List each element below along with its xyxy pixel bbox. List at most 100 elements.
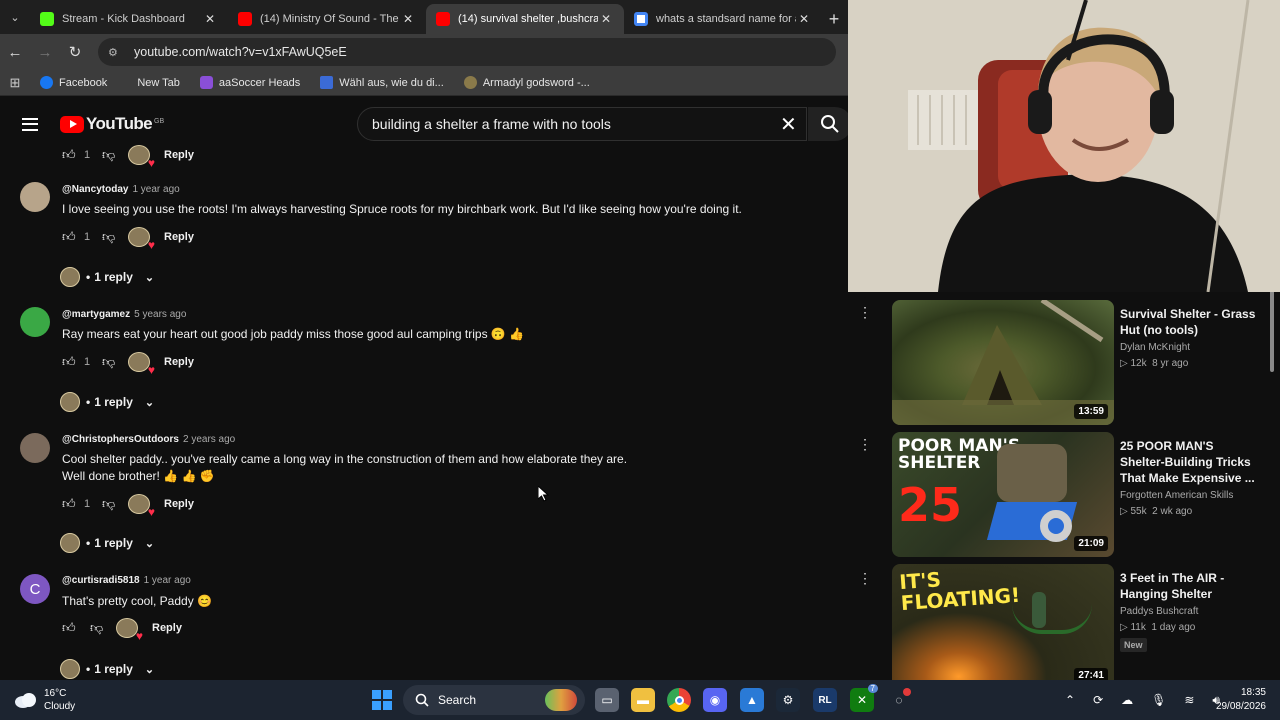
reply-button[interactable]: Reply: [152, 622, 182, 634]
avatar[interactable]: [20, 433, 50, 463]
close-tab-icon[interactable]: ✕: [202, 12, 218, 26]
dislike-icon[interactable]: 👎︎: [102, 496, 124, 512]
video-title[interactable]: 25 POOR MAN'S Shelter-Building Tricks Th…: [1120, 438, 1260, 486]
photos-icon[interactable]: ▲: [740, 688, 764, 712]
more-actions-icon[interactable]: ⋮: [858, 571, 872, 585]
play-icon: ▷: [1120, 622, 1131, 633]
reply-button[interactable]: Reply: [164, 149, 194, 161]
file-explorer-icon[interactable]: ▬: [631, 688, 655, 712]
bookmark-armadyl-godsword[interactable]: Armadyl godsword -...: [454, 76, 600, 89]
comment-age[interactable]: 1 year ago: [144, 575, 191, 586]
scrollbar-thumb[interactable]: [1270, 288, 1274, 372]
back-icon[interactable]: ←: [0, 44, 30, 61]
video-thumbnail[interactable]: IT'S FLOATING! 27:41: [892, 564, 1114, 680]
view-replies-button[interactable]: • 1 reply ⌄: [60, 267, 154, 287]
search-input[interactable]: building a shelter a frame with no tools: [357, 107, 807, 141]
comment-author[interactable]: @Nancytoday: [62, 184, 128, 195]
like-icon[interactable]: 👍︎: [62, 229, 78, 245]
comment-age[interactable]: 5 years ago: [134, 309, 186, 320]
tab-kick-dashboard[interactable]: Stream - Kick Dashboard ✕: [30, 4, 228, 34]
windows-start-icon[interactable]: [370, 688, 394, 712]
reply-button[interactable]: Reply: [164, 498, 194, 510]
view-replies-button[interactable]: • 1 reply ⌄: [60, 392, 154, 412]
comment-actions: 👍︎ 1 👎︎ Reply: [62, 227, 194, 252]
youtube-wordmark: YouTube: [86, 114, 153, 133]
weather-widget[interactable]: 16°C Cloudy: [14, 687, 75, 713]
video-info: Survival Shelter - Grass Hut (no tools) …: [1120, 306, 1260, 369]
video-thumbnail[interactable]: 13:59: [892, 300, 1114, 425]
close-tab-icon[interactable]: ✕: [598, 12, 614, 26]
discord-icon[interactable]: ◉: [703, 688, 727, 712]
tab-survival-shelter[interactable]: (14) survival shelter ,bushcraft g ✕: [426, 4, 624, 34]
close-tab-icon[interactable]: ✕: [796, 12, 812, 26]
related-video[interactable]: 13:59 Survival Shelter - Grass Hut (no t…: [892, 300, 1272, 428]
dislike-icon[interactable]: 👎︎: [90, 620, 112, 636]
chevron-up-icon[interactable]: ⌃: [1065, 693, 1075, 707]
tab-title: (14) survival shelter ,bushcraft g: [458, 13, 598, 25]
xbox-icon[interactable]: ✕ 7: [850, 684, 878, 712]
like-icon[interactable]: 👍︎: [62, 620, 78, 636]
clear-search-icon[interactable]: ✕: [780, 112, 797, 137]
dislike-icon[interactable]: 👎︎: [102, 354, 124, 370]
bookmark-wahl-aus[interactable]: Wähl aus, wie du di...: [310, 76, 454, 89]
channel-name[interactable]: Paddys Bushcraft: [1120, 606, 1260, 617]
tab-ministry-of-sound[interactable]: (14) Ministry Of Sound - The An ✕: [228, 4, 426, 34]
tab-search-icon[interactable]: ⌄: [0, 0, 30, 34]
search-icon: [415, 693, 429, 707]
bookmark-facebook[interactable]: Facebook: [30, 76, 117, 89]
youtube-logo[interactable]: YouTube GB: [60, 114, 164, 134]
new-tab-button[interactable]: +: [822, 4, 846, 34]
dislike-icon[interactable]: 👎︎: [102, 147, 124, 163]
tab-google-search[interactable]: whats a standsard name for a sh ✕: [624, 4, 822, 34]
avatar[interactable]: [20, 182, 50, 212]
chrome-icon[interactable]: [667, 688, 691, 712]
forward-icon[interactable]: →: [30, 44, 60, 61]
url-field[interactable]: ⚙ youtube.com/watch?v=v1xFAwUQ5eE: [98, 38, 836, 66]
related-video[interactable]: POOR MAN'S SHELTER 25 21:09 25 POOR MAN'…: [892, 432, 1272, 560]
onedrive-icon[interactable]: ☁: [1121, 693, 1133, 707]
wifi-icon[interactable]: ≋: [1184, 693, 1194, 707]
view-replies-button[interactable]: • 1 reply ⌄: [60, 659, 154, 679]
site-info-icon[interactable]: ⚙: [108, 46, 126, 59]
reply-button[interactable]: Reply: [164, 231, 194, 243]
video-title[interactable]: Survival Shelter - Grass Hut (no tools): [1120, 306, 1260, 338]
avatar[interactable]: [20, 307, 50, 337]
comment-author[interactable]: @ChristophersOutdoors: [62, 434, 179, 445]
video-thumbnail[interactable]: POOR MAN'S SHELTER 25 21:09: [892, 432, 1114, 557]
comment-age[interactable]: 2 years ago: [183, 434, 235, 445]
bookmark-soccer-heads[interactable]: aaSoccer Heads: [190, 76, 310, 89]
steam-icon[interactable]: ⚙: [776, 688, 800, 712]
task-view-icon[interactable]: ▭: [595, 688, 619, 712]
related-video[interactable]: IT'S FLOATING! 27:41 3 Feet in The AIR -…: [892, 564, 1272, 680]
comment-author[interactable]: @curtisradi5818: [62, 575, 140, 586]
clock[interactable]: 18:35 29/08/2026: [1206, 686, 1266, 714]
apps-grid-icon[interactable]: ⊞: [0, 75, 30, 91]
rocket-league-icon[interactable]: RL: [813, 688, 837, 712]
dislike-icon[interactable]: 👎︎: [102, 229, 124, 245]
view-replies-button[interactable]: • 1 reply ⌄: [60, 533, 154, 553]
like-icon[interactable]: 👍︎: [62, 496, 78, 512]
search-button[interactable]: [808, 107, 852, 141]
hammock-image: [1012, 604, 1092, 634]
like-icon[interactable]: 👍︎: [62, 147, 78, 163]
like-icon[interactable]: 👍︎: [62, 354, 78, 370]
bookmark-new-tab[interactable]: New Tab: [117, 77, 190, 89]
tab-bar: ⌄ Stream - Kick Dashboard ✕ (14) Ministr…: [0, 0, 848, 34]
sync-icon[interactable]: ⟳: [1093, 693, 1103, 707]
recording-icon[interactable]: ◌: [887, 688, 911, 712]
reply-button[interactable]: Reply: [164, 356, 194, 368]
menu-icon[interactable]: [22, 117, 38, 131]
comment-author[interactable]: @martygamez: [62, 309, 130, 320]
avatar[interactable]: C: [20, 574, 50, 604]
reload-icon[interactable]: ↻: [60, 43, 90, 61]
more-actions-icon[interactable]: ⋮: [858, 305, 872, 319]
close-tab-icon[interactable]: ✕: [400, 12, 416, 26]
taskbar-search[interactable]: Search: [403, 685, 585, 715]
sidebar-scrollbar[interactable]: [1268, 284, 1276, 680]
channel-name[interactable]: Dylan McKnight: [1120, 342, 1260, 353]
channel-name[interactable]: Forgotten American Skills: [1120, 490, 1260, 501]
more-actions-icon[interactable]: ⋮: [858, 437, 872, 451]
microphone-icon[interactable]: 🎙︎: [1151, 693, 1166, 707]
comment-age[interactable]: 1 year ago: [132, 184, 179, 195]
video-title[interactable]: 3 Feet in The AIR - Hanging Shelter: [1120, 570, 1260, 602]
